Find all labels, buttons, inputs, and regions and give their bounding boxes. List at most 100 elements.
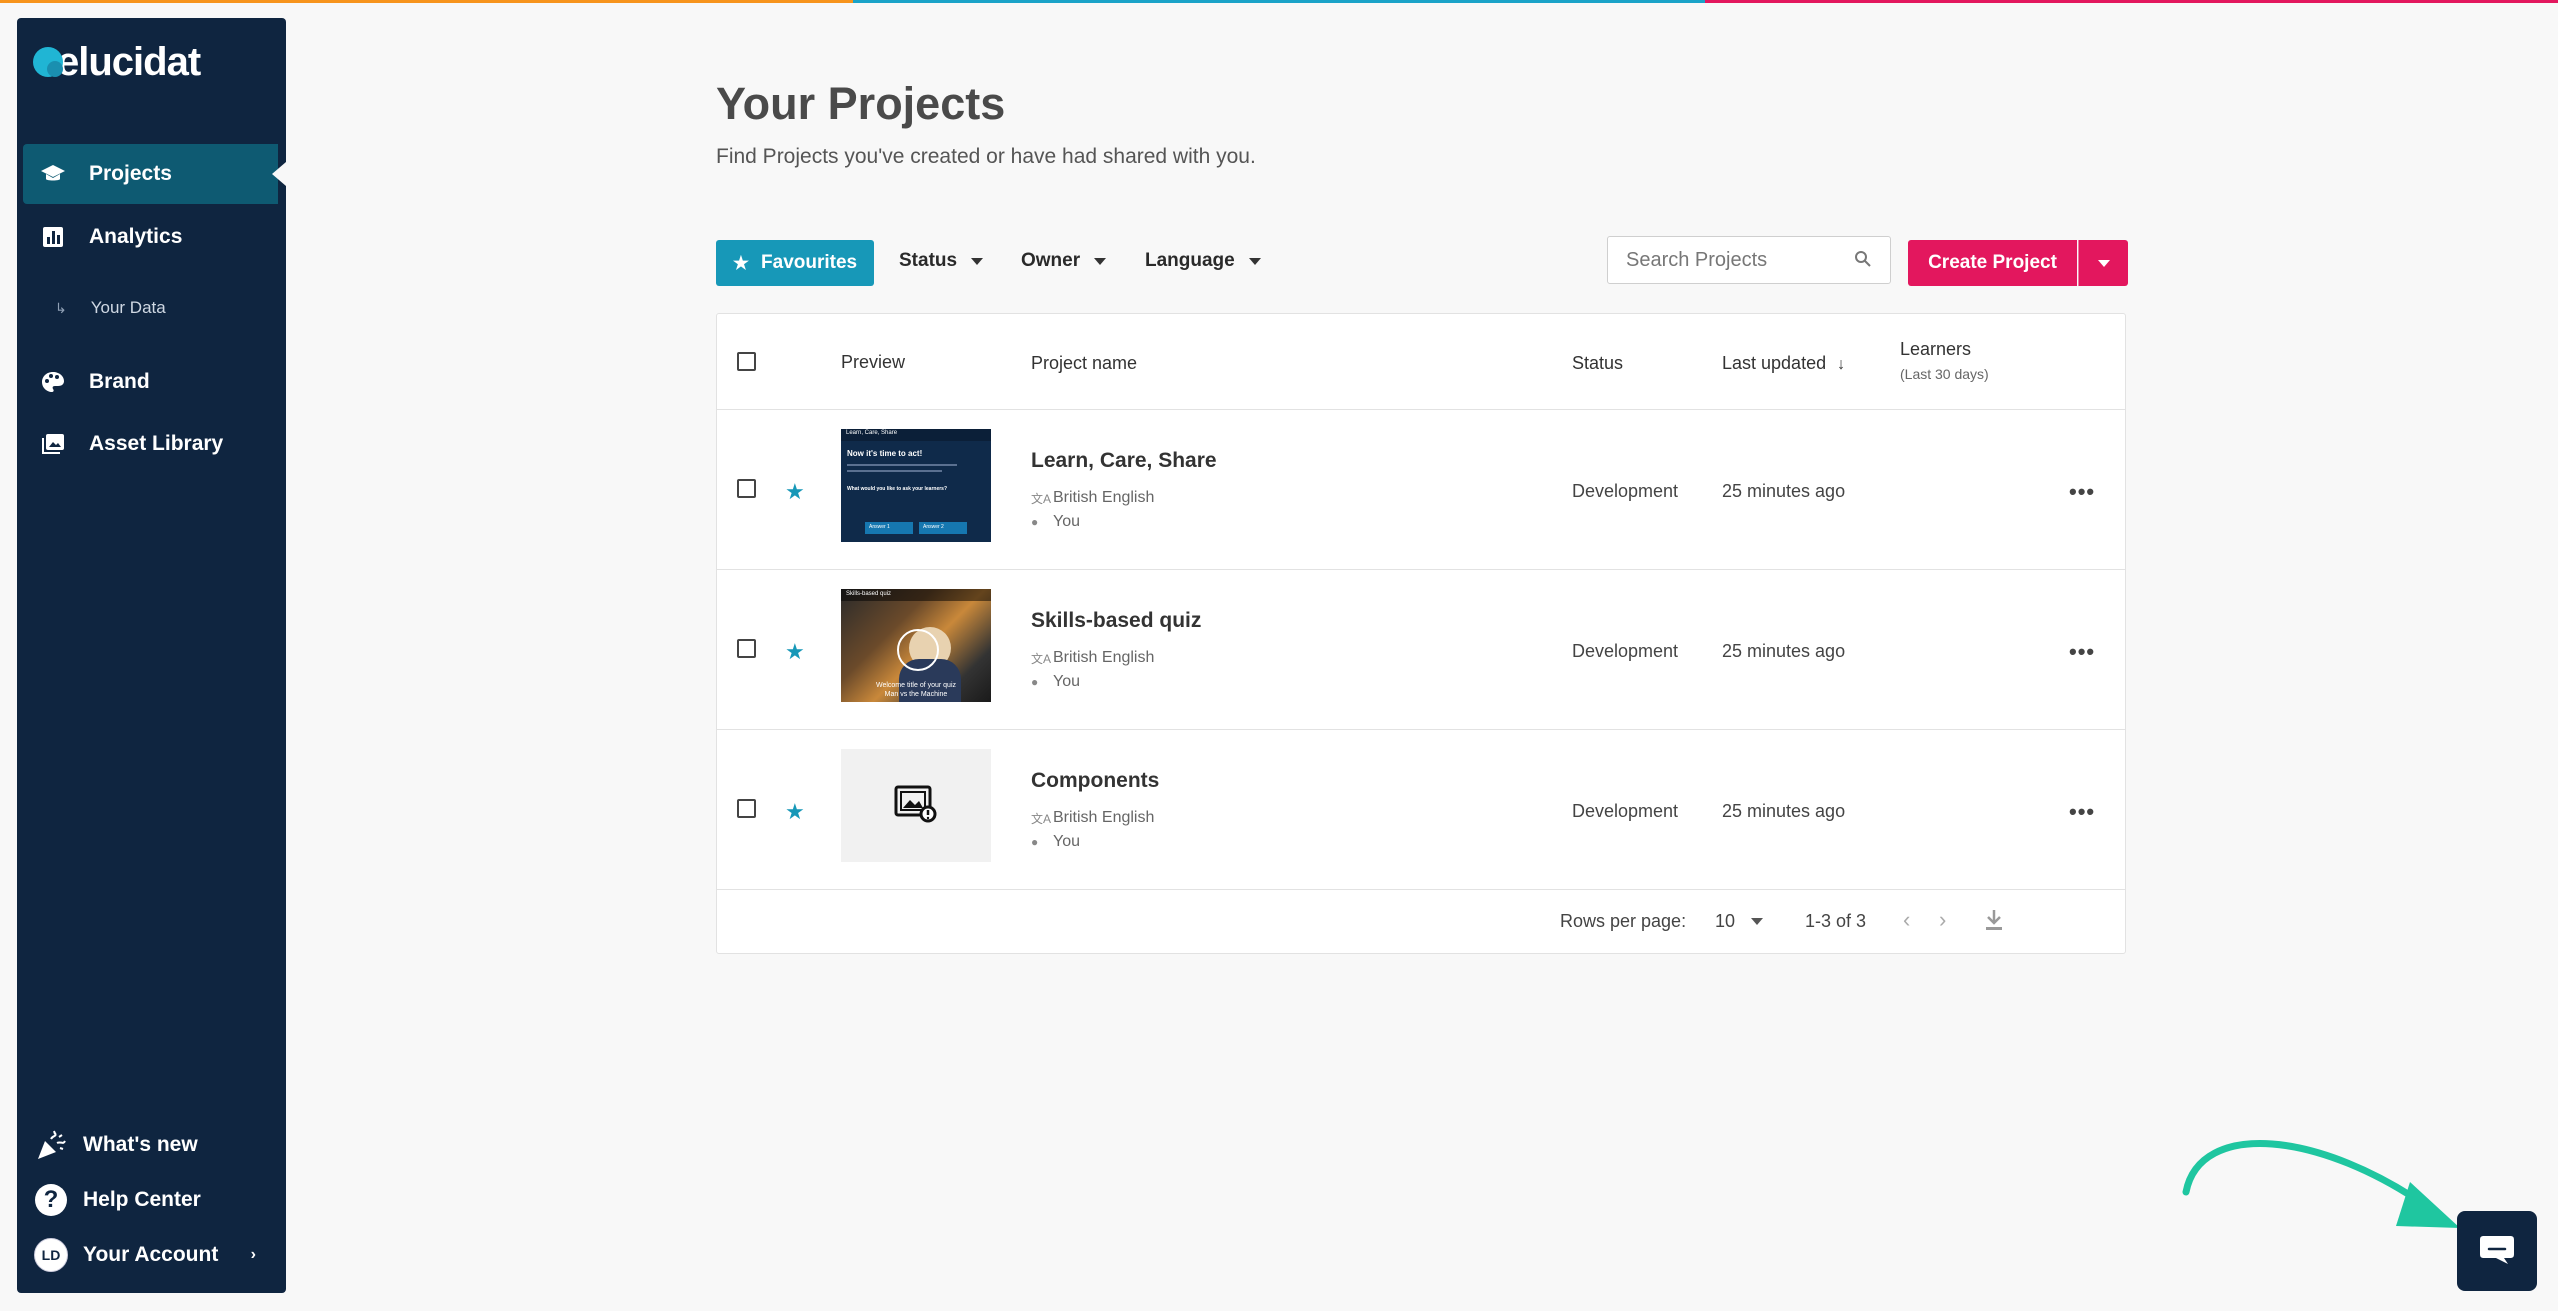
brain-icon: [897, 629, 939, 671]
sidebar-item-label: Analytics: [89, 225, 183, 248]
arrow-return-icon: ↳: [55, 299, 67, 316]
project-language: 文A British English: [1031, 809, 1154, 827]
project-owner: ● You: [1031, 673, 1080, 691]
owner-filter[interactable]: Owner: [1021, 250, 1107, 272]
search-icon[interactable]: [1854, 250, 1872, 273]
palette-icon: [39, 371, 67, 393]
page-subtitle: Find Projects you've created or have had…: [716, 145, 1256, 168]
rows-per-page-select[interactable]: 10: [1715, 911, 1764, 932]
project-owner-label: You: [1053, 673, 1080, 690]
owner-filter-label: Owner: [1021, 250, 1081, 271]
preview-question: What would you like to ask your learners…: [847, 486, 948, 492]
chevron-left-icon[interactable]: ‹: [1903, 907, 1910, 933]
favourite-star-icon[interactable]: ★: [785, 479, 805, 505]
translate-icon: 文A: [1031, 651, 1052, 666]
project-preview-thumbnail[interactable]: [841, 749, 991, 862]
caret-down-icon: [1248, 257, 1261, 265]
preview-title-bar: Skills-based quiz: [841, 589, 991, 601]
person-icon: ●: [1031, 675, 1039, 689]
help-center-label: Help Center: [83, 1188, 201, 1211]
preview-caption-line: Welcome title of your quiz: [875, 682, 956, 689]
help-icon-wrap: ?: [33, 1182, 69, 1218]
project-preview-thumbnail[interactable]: Skills-based quiz Welcome title of your …: [841, 589, 991, 702]
party-popper-icon: [33, 1127, 69, 1163]
chevron-right-icon[interactable]: ›: [1939, 907, 1946, 933]
sidebar-item-asset-library[interactable]: Asset Library: [23, 414, 278, 474]
row-checkbox[interactable]: [737, 639, 756, 658]
chat-button[interactable]: [2457, 1211, 2537, 1291]
more-options-icon[interactable]: •••: [2069, 479, 2095, 505]
row-checkbox[interactable]: [737, 799, 756, 818]
caret-down-icon: [1751, 918, 1764, 925]
person-icon: ●: [1031, 835, 1039, 849]
row-checkbox[interactable]: [737, 479, 756, 498]
preview-heading: Now it's time to act!: [847, 449, 923, 458]
status-filter[interactable]: Status: [899, 250, 984, 272]
status-filter-label: Status: [899, 250, 958, 271]
language-filter[interactable]: Language: [1145, 250, 1261, 272]
column-last-updated-label: Last updated: [1722, 353, 1827, 373]
rows-per-page-value: 10: [1715, 911, 1736, 931]
project-preview-thumbnail[interactable]: Learn, Care, Share Now it's time to act!…: [841, 429, 991, 542]
project-last-updated: 25 minutes ago: [1722, 641, 1846, 661]
accent-orange: [0, 0, 853, 3]
sidebar-subitem-your-data[interactable]: ↳ Your Data: [55, 298, 166, 318]
graduation-cap-icon: [39, 163, 67, 185]
image-placeholder-icon: [894, 783, 938, 828]
project-name[interactable]: Components: [1031, 769, 1159, 793]
sidebar-item-label: Brand: [89, 370, 150, 393]
table-row[interactable]: ★ Skills-based quiz Welcome title of you…: [717, 569, 2125, 730]
favourite-star-icon[interactable]: ★: [785, 639, 805, 665]
column-learners[interactable]: Learners: [1900, 339, 1971, 360]
sidebar-subitem-label: Your Data: [90, 298, 166, 317]
avatar: LD: [34, 1238, 68, 1272]
project-owner-label: You: [1053, 513, 1080, 530]
table-row[interactable]: ★ Components 文A British English ● You De…: [717, 729, 2125, 890]
help-center-link[interactable]: ? Help Center: [33, 1178, 278, 1222]
rows-per-page-label: Rows per page:: [1560, 911, 1687, 931]
select-all-checkbox[interactable]: [737, 352, 756, 371]
caret-down-icon: [971, 257, 984, 265]
project-name[interactable]: Learn, Care, Share: [1031, 449, 1217, 473]
translate-icon: 文A: [1031, 811, 1052, 826]
create-project-button[interactable]: Create Project: [1908, 240, 2077, 286]
more-options-icon[interactable]: •••: [2069, 639, 2095, 665]
column-status[interactable]: Status: [1572, 353, 1623, 374]
avatar-wrap: LD: [33, 1237, 69, 1273]
more-options-icon[interactable]: •••: [2069, 799, 2095, 825]
search-box: [1607, 236, 1891, 284]
column-learners-subtitle: (Last 30 days): [1900, 366, 1989, 382]
table-footer: Rows per page: 10 1-3 of 3 ‹ ›: [717, 887, 2125, 953]
accent-blue: [852, 0, 1706, 3]
download-icon[interactable]: [1985, 909, 2003, 936]
project-status: Development: [1572, 641, 1679, 661]
preview-caption-line: Man vs the Machine: [884, 691, 948, 698]
search-input[interactable]: [1624, 248, 1848, 273]
column-project-name[interactable]: Project name: [1031, 353, 1137, 374]
sidebar-item-projects[interactable]: Projects: [23, 144, 286, 204]
sidebar-item-brand[interactable]: Brand: [23, 352, 278, 412]
whats-new-link[interactable]: What's new: [33, 1123, 278, 1167]
project-name[interactable]: Skills-based quiz: [1031, 609, 1201, 633]
preview-title-bar: Learn, Care, Share: [841, 429, 991, 441]
sort-arrow-down-icon: ↓: [1837, 356, 1846, 373]
create-project-dropdown-button[interactable]: [2078, 240, 2128, 286]
annotation-arrow: [2182, 1140, 2460, 1228]
your-account-link[interactable]: LD Your Account ›: [33, 1233, 278, 1277]
favourite-star-icon[interactable]: ★: [785, 799, 805, 825]
project-language: 文A British English: [1031, 489, 1154, 507]
elucidat-logo[interactable]: elucidat: [33, 32, 201, 92]
table-row[interactable]: ★ Learn, Care, Share Now it's time to ac…: [717, 409, 2125, 570]
favourites-button[interactable]: ★ Favourites: [716, 240, 874, 286]
preview-line: [847, 464, 957, 466]
project-language-label: British English: [1053, 649, 1155, 666]
accent-pink: [1705, 0, 2558, 3]
column-preview: Preview: [841, 352, 906, 372]
projects-table: Preview Project name Status Last updated…: [716, 313, 2126, 954]
bar-chart-icon: [39, 226, 67, 248]
preview-answer-button: Answer 2: [919, 522, 967, 534]
preview-answer-button: Answer 1: [865, 522, 913, 534]
column-last-updated[interactable]: Last updated ↓: [1722, 353, 1845, 374]
person-icon: ●: [1031, 515, 1039, 529]
sidebar-item-analytics[interactable]: Analytics: [23, 207, 278, 267]
